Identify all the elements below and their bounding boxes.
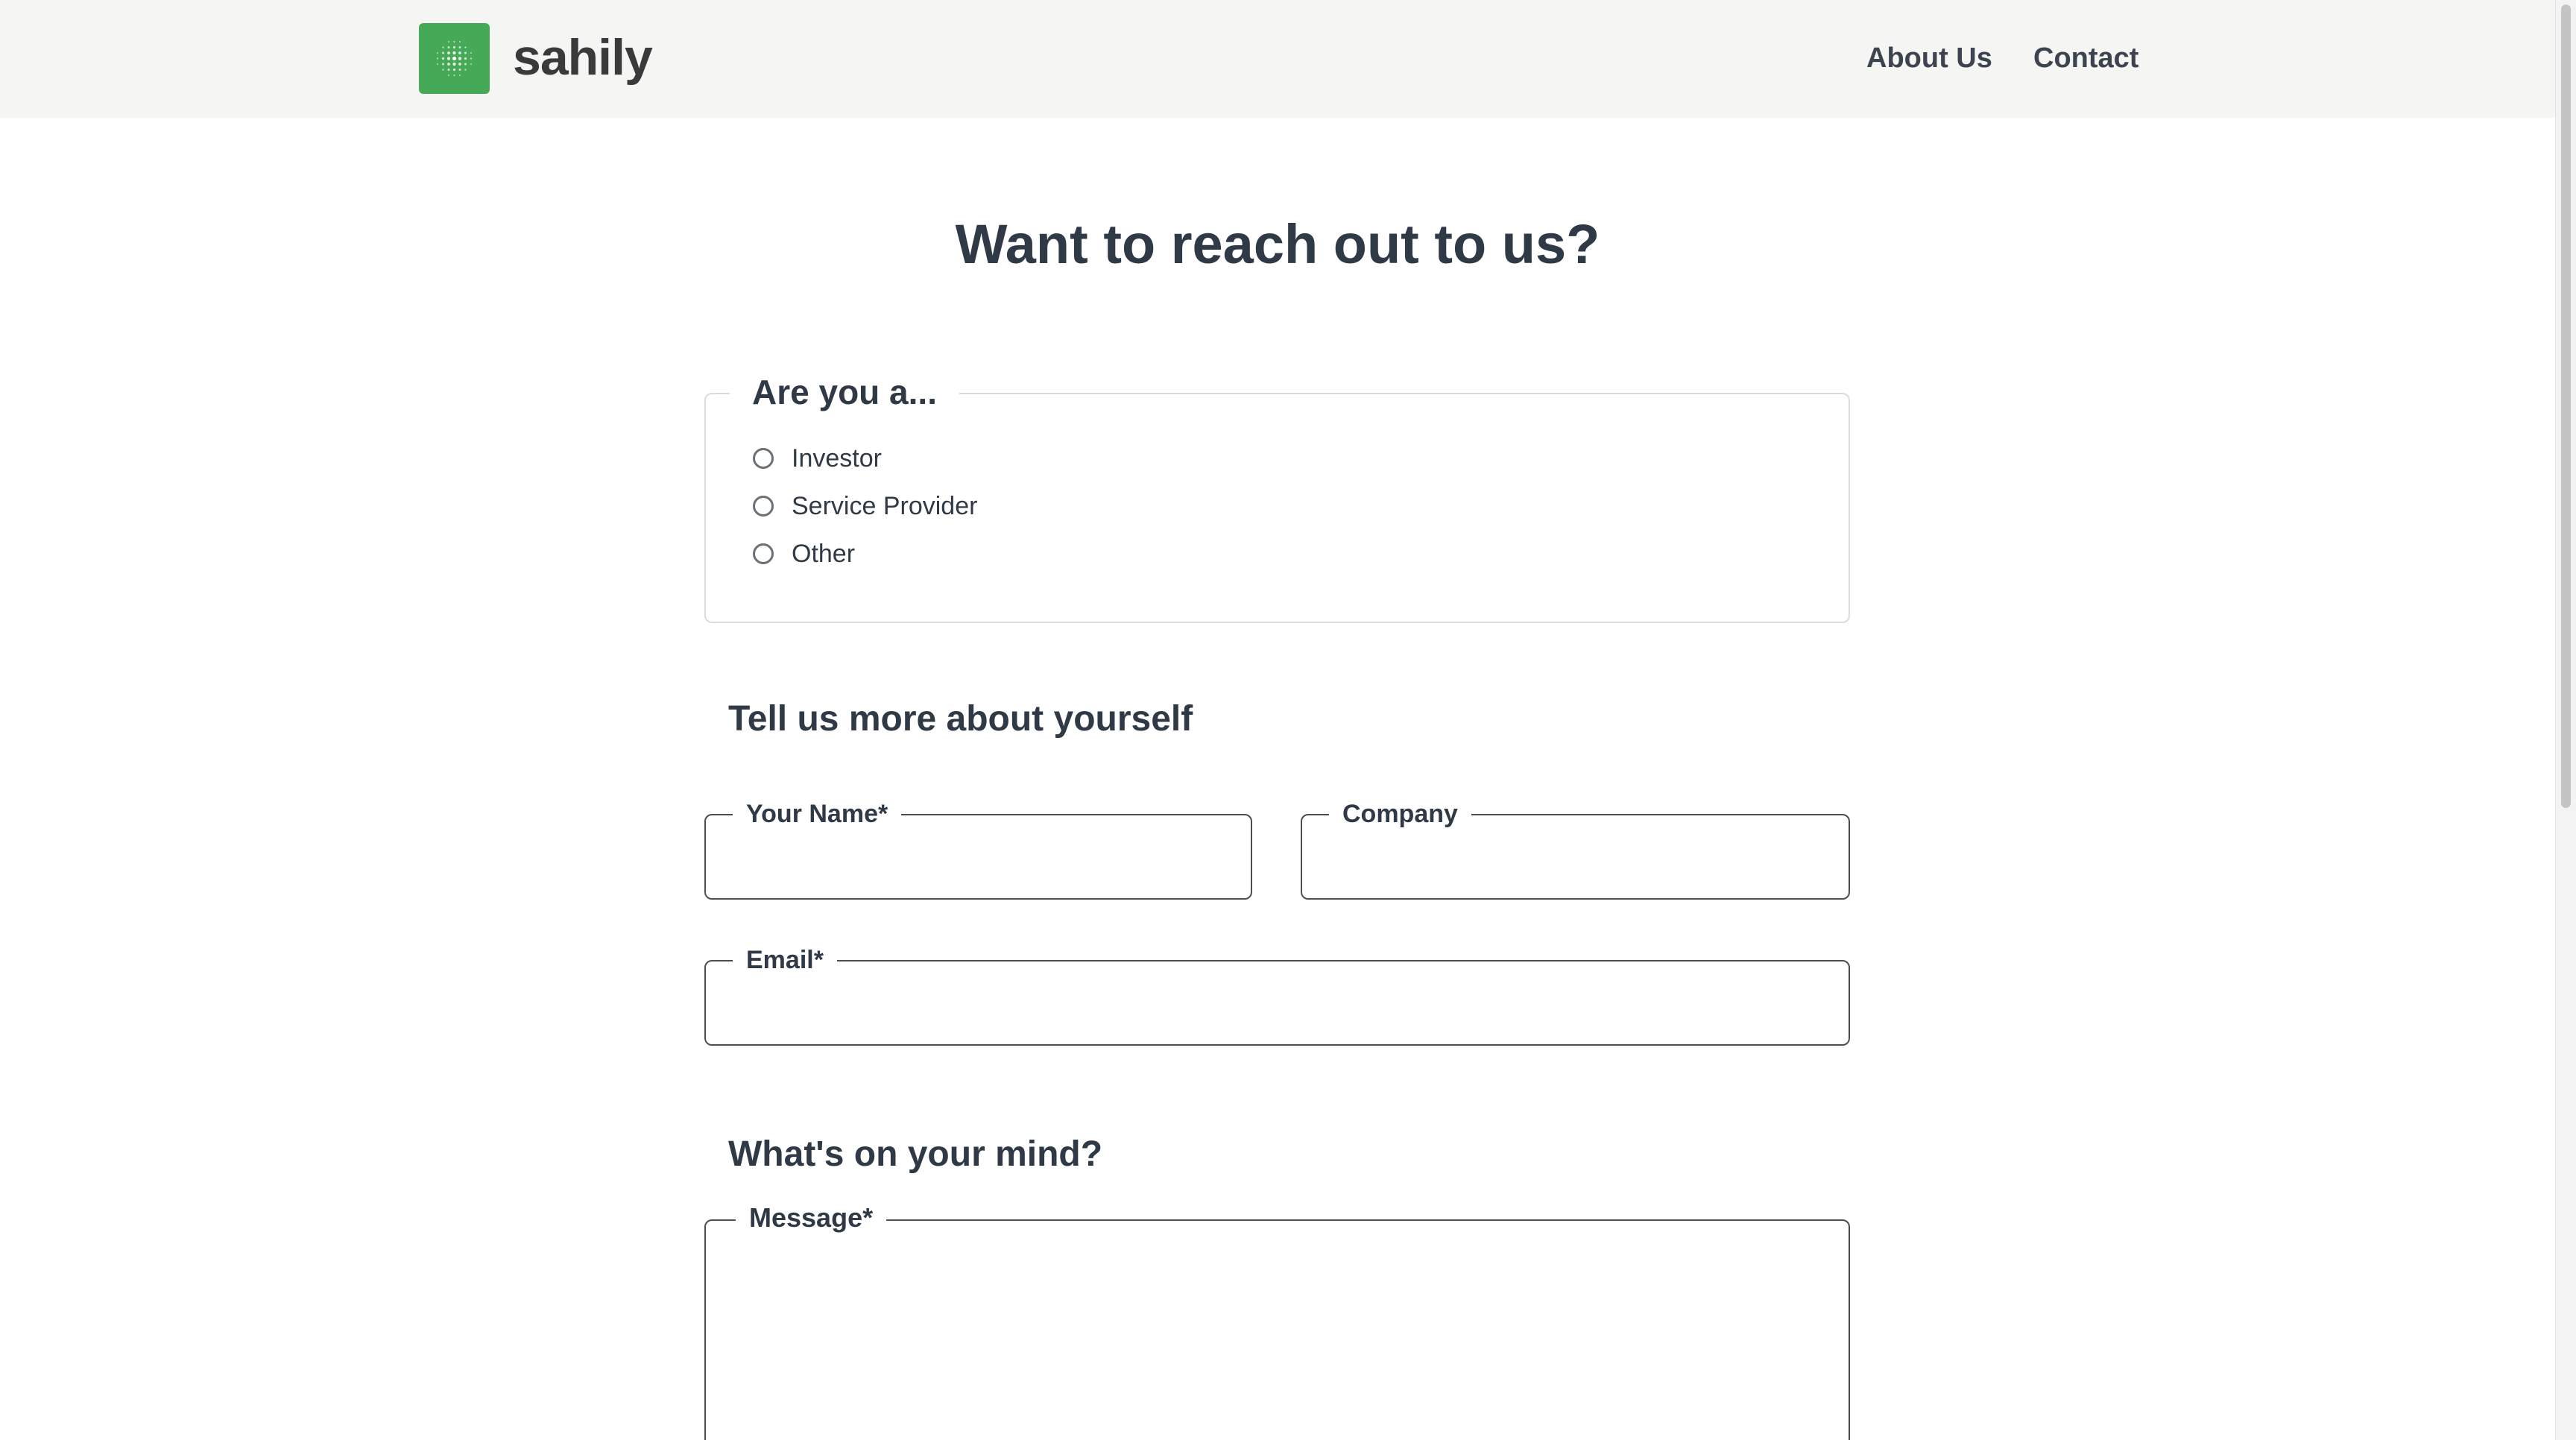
email-input[interactable] xyxy=(721,975,1834,1034)
message-field-label: Message* xyxy=(736,1201,887,1234)
radio-label-investor[interactable]: Investor xyxy=(792,444,882,473)
scrollbar-thumb[interactable] xyxy=(2561,4,2571,808)
site-header: sahily About Us Contact xyxy=(0,0,2555,118)
whats-on-your-mind-heading: What's on your mind? xyxy=(728,1134,1103,1174)
email-field[interactable]: Email* xyxy=(704,944,1850,1046)
email-field-label: Email* xyxy=(733,944,837,976)
radio-button-other[interactable] xyxy=(753,543,774,564)
role-legend: Are you a... xyxy=(730,367,959,417)
radio-button-service-provider[interactable] xyxy=(753,496,774,517)
about-yourself-heading: Tell us more about yourself xyxy=(728,699,1193,739)
name-input[interactable] xyxy=(721,829,1236,888)
radio-label-service-provider[interactable]: Service Provider xyxy=(792,492,977,521)
contact-page: sahily About Us Contact Want to reach ou… xyxy=(0,0,2576,1440)
nav-about-us-link[interactable]: About Us xyxy=(1866,39,1992,78)
name-field[interactable]: Your Name* xyxy=(704,798,1252,900)
nav-contact-link[interactable]: Contact xyxy=(2033,39,2138,78)
message-field[interactable]: Message* xyxy=(704,1201,1850,1440)
message-textarea[interactable] xyxy=(721,1234,1834,1440)
dot-grid-logo-icon[interactable] xyxy=(419,23,490,94)
name-field-label: Your Name* xyxy=(733,798,902,830)
company-field-label: Company xyxy=(1329,798,1471,830)
vertical-scrollbar[interactable] xyxy=(2555,0,2576,1440)
radio-button-investor[interactable] xyxy=(753,448,774,469)
radio-investor[interactable]: Investor xyxy=(753,440,882,477)
radio-other[interactable]: Other xyxy=(753,535,855,572)
page-title: Want to reach out to us? xyxy=(955,213,1600,275)
radio-label-other[interactable]: Other xyxy=(792,540,855,569)
radio-service-provider[interactable]: Service Provider xyxy=(753,487,977,525)
brand-name[interactable]: sahily xyxy=(513,22,653,93)
company-field[interactable]: Company xyxy=(1301,798,1850,900)
company-input[interactable] xyxy=(1317,829,1834,888)
